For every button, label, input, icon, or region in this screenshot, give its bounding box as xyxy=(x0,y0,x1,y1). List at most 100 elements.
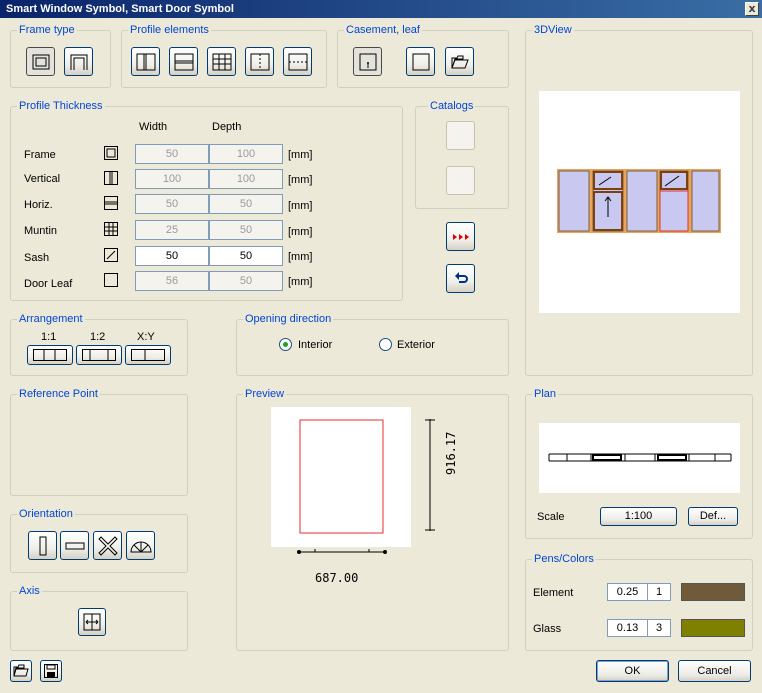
glass-pen-field[interactable]: 0.13 3 xyxy=(607,619,671,637)
triple-arrow-icon xyxy=(452,233,469,240)
frame-type-title: Frame type xyxy=(17,23,77,37)
preview-title: Preview xyxy=(243,387,287,401)
close-icon: x xyxy=(748,2,756,15)
casement-empty-button[interactable] xyxy=(406,47,435,76)
horizontal-split-icon xyxy=(174,53,193,70)
axis-button[interactable] xyxy=(78,608,106,636)
close-button[interactable]: x xyxy=(745,2,759,16)
profile-horizontal-dashed-button[interactable] xyxy=(283,47,312,76)
pens-colors-group: Pens/Colors Element 0.25 1 Glass 0.13 3 xyxy=(525,552,753,651)
door-leaf-icon xyxy=(104,273,118,287)
horiz-row-label: Horiz. xyxy=(24,199,53,211)
vertical-width-field[interactable]: 100 xyxy=(135,169,209,189)
arrangement-1-1-button[interactable] xyxy=(27,345,73,365)
arrangement-1-2-label: 1:2 xyxy=(90,331,106,343)
apply-arrows-button[interactable] xyxy=(446,222,475,251)
view3d-group: 3DView xyxy=(525,23,753,376)
door-leaf-depth-field[interactable]: 50 xyxy=(209,271,283,291)
horiz-width-field[interactable]: 50 xyxy=(135,194,209,214)
window-3d-model xyxy=(557,169,721,233)
axis-group: Axis xyxy=(10,584,188,651)
profile-elements-group: Profile elements xyxy=(121,23,327,88)
rect-frame-icon xyxy=(32,54,49,69)
element-pen-label: Element xyxy=(533,587,574,599)
reference-point-title: Reference Point xyxy=(17,387,100,401)
frame-type-group: Frame type xyxy=(10,23,111,88)
frame-unit: [mm] xyxy=(288,149,313,161)
door-leaf-unit: [mm] xyxy=(288,276,313,288)
vertical-depth-field[interactable]: 100 xyxy=(209,169,283,189)
vertical-bar-icon xyxy=(39,536,46,555)
width-dimension-label: 687.00 xyxy=(315,571,359,585)
horiz-depth-field[interactable]: 50 xyxy=(209,194,283,214)
muntin-depth-field[interactable]: 50 xyxy=(209,220,283,240)
exterior-radio[interactable] xyxy=(379,338,392,351)
ratio-split-icon xyxy=(82,349,116,361)
sash-depth-field[interactable]: 50 xyxy=(209,246,283,266)
element-pen-field[interactable]: 0.25 1 xyxy=(607,583,671,601)
arrangement-title: Arrangement xyxy=(17,312,85,326)
arrangement-x-y-button[interactable] xyxy=(125,345,171,365)
orientation-cross-button[interactable] xyxy=(93,531,122,560)
scale-def-button[interactable]: Def... xyxy=(688,507,738,526)
u-frame-icon xyxy=(70,54,87,70)
open-settings-button[interactable] xyxy=(10,660,32,682)
catalogs-title: Catalogs xyxy=(428,99,476,113)
frame-icon xyxy=(104,146,118,160)
door-leaf-row-label: Door Leaf xyxy=(24,278,73,290)
profile-vertical-button[interactable] xyxy=(131,47,160,76)
arrangement-1-1-label: 1:1 xyxy=(41,331,57,343)
catalog-slot-2[interactable] xyxy=(446,166,475,195)
casement-group: Casement, leaf xyxy=(337,23,509,88)
profile-horizontal-button[interactable] xyxy=(169,47,198,76)
preview-outline xyxy=(299,419,384,534)
axis-title: Axis xyxy=(17,584,42,598)
frame-width-field[interactable]: 50 xyxy=(135,144,209,164)
undo-icon xyxy=(454,271,468,283)
orientation-vertical-button[interactable] xyxy=(28,531,57,560)
frame-depth-field[interactable]: 100 xyxy=(209,144,283,164)
element-color-swatch[interactable] xyxy=(681,583,745,601)
arrangement-1-2-button[interactable] xyxy=(76,345,122,365)
frame-row-label: Frame xyxy=(24,149,56,161)
muntin-width-field[interactable]: 25 xyxy=(135,220,209,240)
profile-thickness-group: Profile Thickness Width Depth Frame 50 1… xyxy=(10,99,403,301)
catalogs-group: Catalogs xyxy=(415,99,509,209)
view3d-canvas[interactable] xyxy=(539,91,740,313)
glass-color-swatch[interactable] xyxy=(681,619,745,637)
sash-row-label: Sash xyxy=(24,252,50,264)
scale-button[interactable]: 1:100 xyxy=(600,507,677,526)
undo-button[interactable] xyxy=(446,264,475,293)
glass-pen-number: 3 xyxy=(655,622,663,634)
frame-type-u-button[interactable] xyxy=(64,47,93,76)
height-dimension-line xyxy=(425,419,435,531)
exterior-label: Exterior xyxy=(397,339,435,351)
empty-leaf-icon xyxy=(412,53,429,70)
element-pen-number: 1 xyxy=(655,586,663,598)
orientation-horizontal-button[interactable] xyxy=(60,531,89,560)
orientation-fan-button[interactable] xyxy=(126,531,155,560)
casement-sash-button[interactable] xyxy=(353,47,382,76)
cancel-button[interactable]: Cancel xyxy=(678,660,751,682)
save-settings-button[interactable] xyxy=(40,660,62,682)
catalog-slot-1[interactable] xyxy=(446,121,475,150)
interior-radio[interactable] xyxy=(279,338,292,351)
width-dimension-line xyxy=(297,549,387,554)
grid-icon xyxy=(212,53,231,70)
cross-icon xyxy=(97,535,118,556)
frame-type-rect-button[interactable] xyxy=(26,47,55,76)
ok-button[interactable]: OK xyxy=(596,660,669,682)
axis-icon xyxy=(83,613,101,631)
sash-width-field[interactable]: 50 xyxy=(135,246,209,266)
scale-label: Scale xyxy=(537,511,565,523)
profile-thickness-title: Profile Thickness xyxy=(17,99,105,113)
vertical-icon xyxy=(104,171,118,185)
profile-grid-button[interactable] xyxy=(207,47,236,76)
glass-pen-weight: 0.13 xyxy=(608,620,648,636)
casement-open-button[interactable] xyxy=(445,47,474,76)
door-leaf-width-field[interactable]: 56 xyxy=(135,271,209,291)
profile-elements-title: Profile elements xyxy=(128,23,211,37)
profile-vertical-dashed-button[interactable] xyxy=(245,47,274,76)
view3d-title: 3DView xyxy=(532,23,574,37)
vertical-split-icon xyxy=(136,53,155,70)
